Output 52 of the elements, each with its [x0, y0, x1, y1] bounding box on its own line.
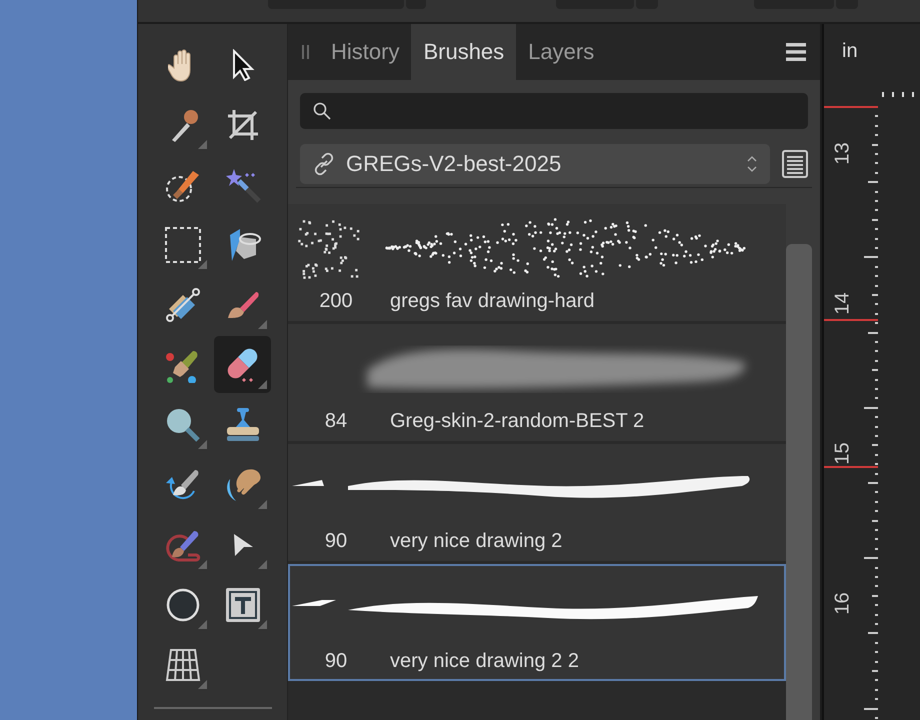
flyout-corner-icon	[198, 440, 207, 449]
circle-icon	[166, 588, 200, 622]
ruler-label: 14	[832, 291, 854, 317]
flyout-corner-icon	[198, 680, 207, 689]
magic-wand-icon	[224, 166, 260, 202]
search-field[interactable]	[300, 93, 808, 129]
marquee-icon	[164, 226, 200, 262]
search-icon	[313, 102, 331, 120]
brush-name: very nice drawing 2	[390, 530, 562, 553]
ruler-label: 16	[832, 591, 854, 617]
flyout-corner-icon	[258, 500, 267, 509]
paint-brush-icon	[226, 290, 260, 320]
flyout-corner-icon	[198, 620, 207, 629]
brush-row[interactable]: 90 very nice drawing 2 2	[288, 564, 786, 681]
brush-size: 200	[318, 290, 354, 313]
menu-icon[interactable]	[786, 42, 806, 62]
brush-size: 90	[324, 650, 348, 673]
panel-tab[interactable]: History	[319, 24, 412, 80]
guide-line	[824, 319, 878, 321]
brush-size: 84	[324, 410, 348, 433]
brush-row[interactable]: 90 very nice drawing 2	[288, 444, 786, 561]
text-frame-icon	[224, 586, 260, 622]
ruler-label: 15	[832, 441, 854, 467]
panel-tab[interactable]: Layers	[516, 24, 606, 80]
crop-icon	[226, 108, 260, 142]
category-dropdown[interactable]: GREGs-V2-best-2025	[300, 144, 770, 184]
flyout-corner-icon	[258, 620, 267, 629]
flyout-corner-icon	[198, 560, 207, 569]
brush-row[interactable]: 200 gregs fav drawing-hard	[288, 204, 786, 321]
eraser-icon	[226, 346, 260, 382]
flyout-corner-icon	[198, 140, 207, 149]
pointer-icon	[230, 48, 254, 80]
guide-line	[824, 106, 878, 108]
tool-button[interactable]	[214, 336, 271, 393]
ruler-label: 13	[832, 141, 854, 167]
flyout-corner-icon	[258, 380, 267, 389]
brush-size: 90	[324, 530, 348, 553]
ruler-unit: in	[842, 40, 858, 63]
link-icon	[312, 152, 336, 176]
brush-name: gregs fav drawing-hard	[390, 290, 595, 313]
flyout-corner-icon	[258, 560, 267, 569]
panel-tab[interactable]: Brushes	[411, 24, 516, 80]
brush-name: Greg-skin-2-random-BEST 2	[390, 410, 644, 433]
guide-line	[824, 466, 878, 468]
mesh-grid-icon	[164, 648, 200, 682]
flyout-corner-icon	[198, 260, 207, 269]
magnifier-icon	[164, 406, 200, 442]
brush-name: very nice drawing 2 2	[390, 650, 579, 673]
arrow-icon	[232, 532, 254, 558]
gradient-icon	[164, 286, 200, 322]
list-view-icon[interactable]	[782, 150, 808, 178]
brush-row[interactable]: 84 Greg-skin-2-random-BEST 2	[288, 324, 786, 441]
